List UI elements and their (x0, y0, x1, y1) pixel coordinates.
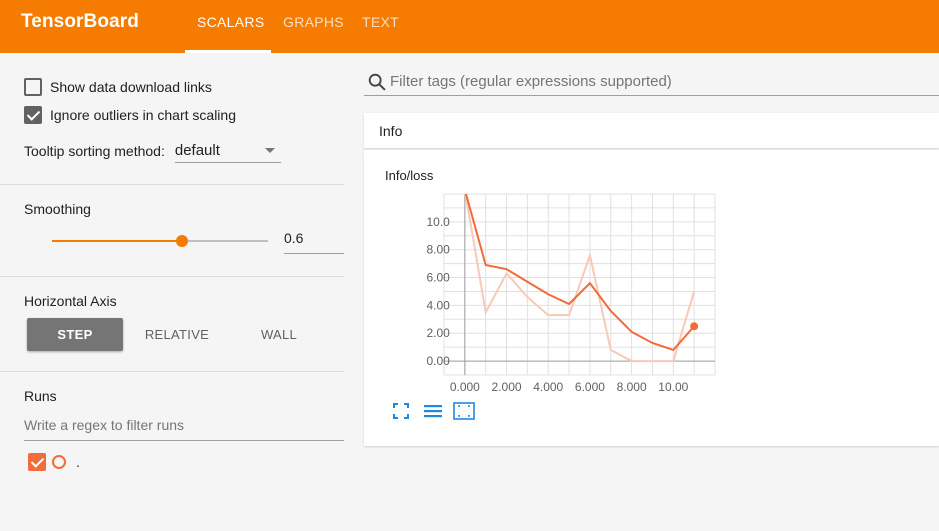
show-download-links-checkbox[interactable] (24, 78, 42, 96)
x-tick-label: 0.000 (450, 380, 480, 394)
ignore-outliers-checkbox[interactable] (24, 106, 42, 124)
smoothing-value-input[interactable]: 0.6 (284, 230, 344, 254)
y-tick-label: 8.00 (426, 243, 450, 257)
smoothing-value: 0.6 (284, 230, 304, 246)
divider (0, 184, 344, 185)
show-download-links-label: Show data download links (50, 79, 212, 95)
ignore-outliers-label: Ignore outliers in chart scaling (50, 107, 236, 123)
axis-wall-button[interactable]: WALL (233, 318, 325, 351)
y-tick-label: 0.00 (426, 354, 450, 368)
app-title: TensorBoard (21, 11, 139, 32)
smoothing-slider[interactable] (52, 235, 268, 247)
smoothing-slider-fill (52, 240, 182, 242)
chart-card: Info/loss 0.000 2.000 4.000 6.000 8.000 10.00… (364, 150, 939, 446)
x-tick-label: 2.000 (492, 380, 522, 394)
tooltip-sorting-value: default (174, 142, 220, 159)
ignore-outliers-option[interactable]: Ignore outliers in chart scaling (24, 106, 236, 124)
smoothed-series-line (464, 194, 695, 352)
run-name: . (76, 454, 80, 470)
runs-title: Runs (24, 388, 57, 404)
run-radio-button[interactable] (52, 455, 66, 469)
sidebar: Show data download links Ignore outliers… (0, 53, 344, 531)
y-tick-label: 10.0 (426, 215, 450, 229)
category-header-info[interactable]: Info (364, 113, 939, 148)
run-checkbox[interactable] (28, 453, 46, 471)
horizontal-axis-title: Horizontal Axis (24, 293, 117, 309)
top-app-bar: TensorBoard SCALARS GRAPHS TEXT (0, 0, 939, 53)
tag-filter-input[interactable]: Filter tags (regular expressions support… (364, 68, 939, 96)
list-icon[interactable] (423, 402, 443, 420)
x-tick-label: 6.000 (575, 380, 605, 394)
y-tick-label: 4.00 (426, 298, 450, 312)
axis-relative-button[interactable]: RELATIVE (131, 318, 223, 351)
fit-domain-icon[interactable] (453, 402, 475, 420)
loss-chart[interactable]: 0.000 2.000 4.000 6.000 8.000 10.00 0.00 2.00 4.… (364, 150, 939, 446)
y-tick-label: 6.00 (426, 271, 450, 285)
tooltip-sorting-label: Tooltip sorting method: (24, 143, 165, 159)
runs-filter-placeholder: Write a regex to filter runs (24, 417, 185, 433)
runs-filter-input[interactable]: Write a regex to filter runs (24, 417, 344, 441)
tag-filter-placeholder: Filter tags (regular expressions support… (390, 73, 672, 90)
divider (0, 371, 344, 372)
smoothing-slider-handle[interactable] (175, 235, 188, 247)
tab-text[interactable]: TEXT (362, 14, 399, 30)
category-title: Info (379, 122, 403, 139)
show-download-links-option[interactable]: Show data download links (24, 78, 212, 96)
x-tick-label: 8.000 (617, 380, 647, 394)
search-icon (368, 73, 386, 90)
x-tick-label: 10.00 (658, 380, 688, 394)
raw-series-line (464, 194, 696, 363)
divider (0, 276, 344, 277)
axis-step-button[interactable]: STEP (27, 318, 123, 351)
run-item: . (28, 453, 80, 471)
tooltip-sorting-select[interactable]: default (174, 139, 281, 163)
chevron-down-icon (264, 148, 275, 153)
tab-graphs[interactable]: GRAPHS (283, 14, 344, 30)
tooltip-sorting-row: Tooltip sorting method: default (24, 139, 281, 163)
x-tick-label: 4.000 (533, 380, 563, 394)
tab-scalars[interactable]: SCALARS (197, 14, 264, 30)
last-point-marker (690, 322, 699, 331)
smoothing-title: Smoothing (24, 201, 91, 217)
y-tick-label: 2.00 (426, 326, 450, 340)
fullscreen-icon[interactable] (392, 402, 410, 420)
